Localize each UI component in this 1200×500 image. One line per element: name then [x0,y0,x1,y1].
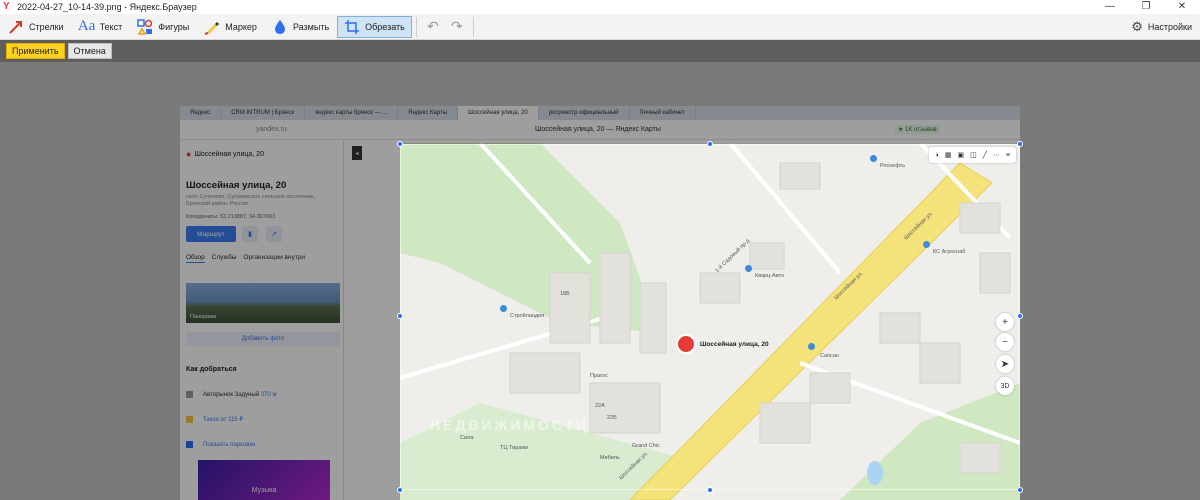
crop-handle-top[interactable] [707,141,713,147]
minimize-button[interactable]: — [1092,0,1128,14]
tool-crop[interactable]: Обрезать [337,15,412,38]
gear-icon: ⚙ [1131,19,1143,34]
apply-button[interactable]: Применить [6,43,65,59]
window-title: 2022-04-27_10-14-39.png - Яндекс.Браузер [17,2,197,12]
watermark-text: НЕДВИЖИМОСТИ [430,417,590,433]
crop-handle-top-right[interactable] [1017,141,1023,147]
crop-handle-bottom-right[interactable] [1017,487,1023,493]
tool-blur[interactable]: Размыть [265,16,336,38]
redo-button[interactable]: ↷ [445,16,469,38]
text-icon: Aa [77,18,96,34]
drop-icon [271,18,289,36]
window-titlebar: Y 2022-04-27_10-14-39.png - Яндекс.Брауз… [0,0,1200,14]
crop-actionbar: Применить Отмена [0,40,1200,62]
crop-handle-bottom-left[interactable] [397,487,403,493]
crop-handle-bottom[interactable] [707,487,713,493]
undo-icon: ↶ [426,18,439,34]
tool-blur-label: Размыть [292,21,330,32]
settings-button[interactable]: ⚙ Настройки [1131,16,1192,38]
window-controls: — ❐ ✕ [1092,0,1200,14]
settings-label: Настройки [1147,22,1192,32]
tool-shapes[interactable]: Фигуры [130,16,196,38]
tool-text-label: Текст [99,21,123,32]
tool-marker-label: Маркер [225,21,257,32]
crop-shade-left [180,106,400,500]
tool-arrows-label: Стрелки [29,21,64,32]
marker-icon [203,18,221,36]
tool-marker[interactable]: Маркер [197,16,264,38]
crop-handle-top-left[interactable] [397,141,403,147]
cancel-button[interactable]: Отмена [67,43,112,59]
close-button[interactable]: ✕ [1164,0,1200,14]
editor-canvas[interactable]: Яндекс CRM INTRUM | Брянск яндекс карты бр… [0,62,1200,500]
redo-icon: ↷ [450,18,463,34]
tool-text[interactable]: Aa Текст [72,16,130,38]
crop-shade-top [400,106,1020,144]
shapes-icon [136,18,154,36]
crop-icon [343,18,361,36]
yandex-browser-icon: Y [3,1,10,12]
undo-button[interactable]: ↶ [421,16,445,38]
tool-shapes-label: Фигуры [158,21,190,32]
toolbar-divider [415,16,417,37]
tool-crop-label: Обрезать [365,21,405,32]
toolbar-divider [472,16,474,37]
maximize-button[interactable]: ❐ [1128,0,1164,14]
editor-toolbar: Стрелки Aa Текст Фигуры Маркер Размыть О… [0,14,1200,40]
crop-handle-right[interactable] [1017,313,1023,319]
tool-arrows[interactable]: Стрелки [1,16,71,38]
crop-frame[interactable] [400,144,1020,490]
arrow-icon [7,18,25,36]
crop-handle-left[interactable] [397,313,403,319]
